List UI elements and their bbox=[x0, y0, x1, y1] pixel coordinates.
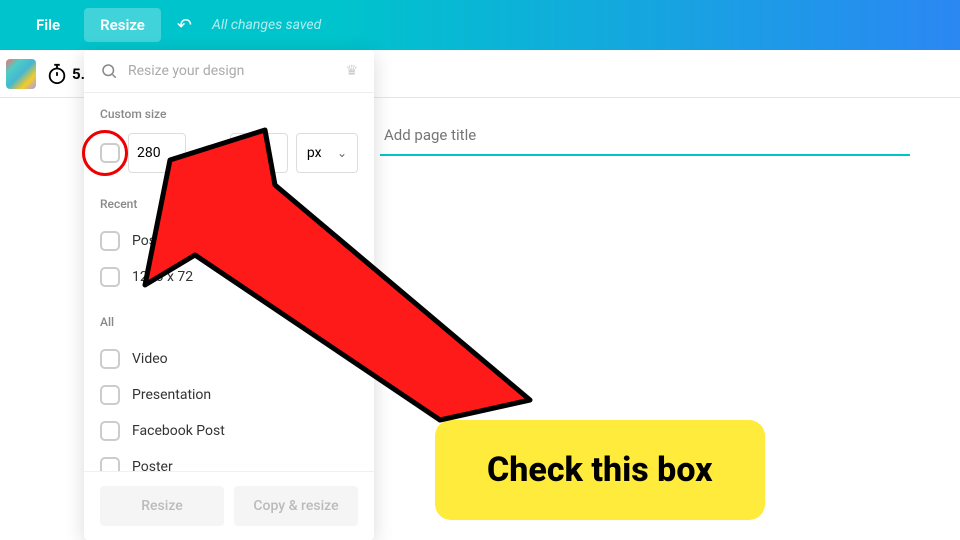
resize-search-row: ♛ bbox=[84, 50, 374, 93]
list-item-label: Poster bbox=[132, 233, 173, 249]
list-item-label: Facebook Post bbox=[132, 423, 225, 439]
width-input[interactable] bbox=[128, 133, 186, 173]
resize-panel-footer: Resize Copy & resize bbox=[84, 471, 374, 540]
stopwatch-icon bbox=[46, 63, 68, 85]
lock-icon[interactable]: 🔒 bbox=[194, 144, 222, 163]
list-checkbox[interactable] bbox=[100, 385, 120, 405]
page-title-input[interactable] bbox=[380, 116, 910, 156]
unit-dropdown[interactable]: px ⌄ bbox=[296, 133, 358, 173]
unit-label: px bbox=[307, 145, 322, 161]
custom-size-checkbox[interactable] bbox=[100, 143, 120, 163]
recent-section: Recent Poster 1280 x 72 bbox=[100, 197, 358, 295]
resize-dropdown-panel: ♛ Custom size 🔒 px ⌄ Recent Poster 1280 … bbox=[84, 50, 374, 540]
top-toolbar: File Resize ↶ All changes saved bbox=[0, 0, 960, 50]
list-checkbox[interactable] bbox=[100, 421, 120, 441]
list-item[interactable]: Poster bbox=[100, 449, 358, 471]
all-section: All Video Presentation Facebook Post Pos… bbox=[100, 315, 358, 471]
custom-size-label: Custom size bbox=[100, 107, 358, 121]
list-item[interactable]: Presentation bbox=[100, 377, 358, 413]
height-input[interactable] bbox=[230, 133, 288, 173]
list-checkbox[interactable] bbox=[100, 457, 120, 471]
resize-menu-button[interactable]: Resize bbox=[84, 8, 161, 42]
resize-button[interactable]: Resize bbox=[100, 486, 224, 526]
list-item[interactable]: Facebook Post bbox=[100, 413, 358, 449]
custom-size-row: 🔒 px ⌄ bbox=[100, 133, 358, 173]
recent-label: Recent bbox=[100, 197, 358, 211]
list-item-label: Presentation bbox=[132, 387, 211, 403]
file-menu-button[interactable]: File bbox=[20, 8, 76, 42]
list-item[interactable]: 1280 x 72 bbox=[100, 259, 358, 295]
annotation-callout: Check this box bbox=[435, 420, 765, 520]
save-status-text: All changes saved bbox=[212, 17, 321, 33]
list-item[interactable]: Video bbox=[100, 341, 358, 377]
chevron-down-icon: ⌄ bbox=[337, 146, 347, 160]
resize-search-input[interactable] bbox=[128, 63, 335, 79]
copy-resize-button[interactable]: Copy & resize bbox=[234, 486, 358, 526]
undo-icon[interactable]: ↶ bbox=[177, 15, 192, 36]
resize-panel-body: Custom size 🔒 px ⌄ Recent Poster 1280 x … bbox=[84, 93, 374, 471]
color-picker-swatch[interactable] bbox=[6, 59, 36, 89]
timer-control[interactable]: 5. bbox=[46, 63, 85, 85]
search-icon bbox=[100, 62, 118, 80]
list-item-label: Video bbox=[132, 351, 168, 367]
all-label: All bbox=[100, 315, 358, 329]
list-item-label: 1280 x 72 bbox=[132, 269, 193, 285]
list-item-label: Poster bbox=[132, 459, 173, 471]
list-checkbox[interactable] bbox=[100, 349, 120, 369]
list-checkbox[interactable] bbox=[100, 267, 120, 287]
list-checkbox[interactable] bbox=[100, 231, 120, 251]
list-item[interactable]: Poster bbox=[100, 223, 358, 259]
crown-icon: ♛ bbox=[345, 63, 358, 79]
